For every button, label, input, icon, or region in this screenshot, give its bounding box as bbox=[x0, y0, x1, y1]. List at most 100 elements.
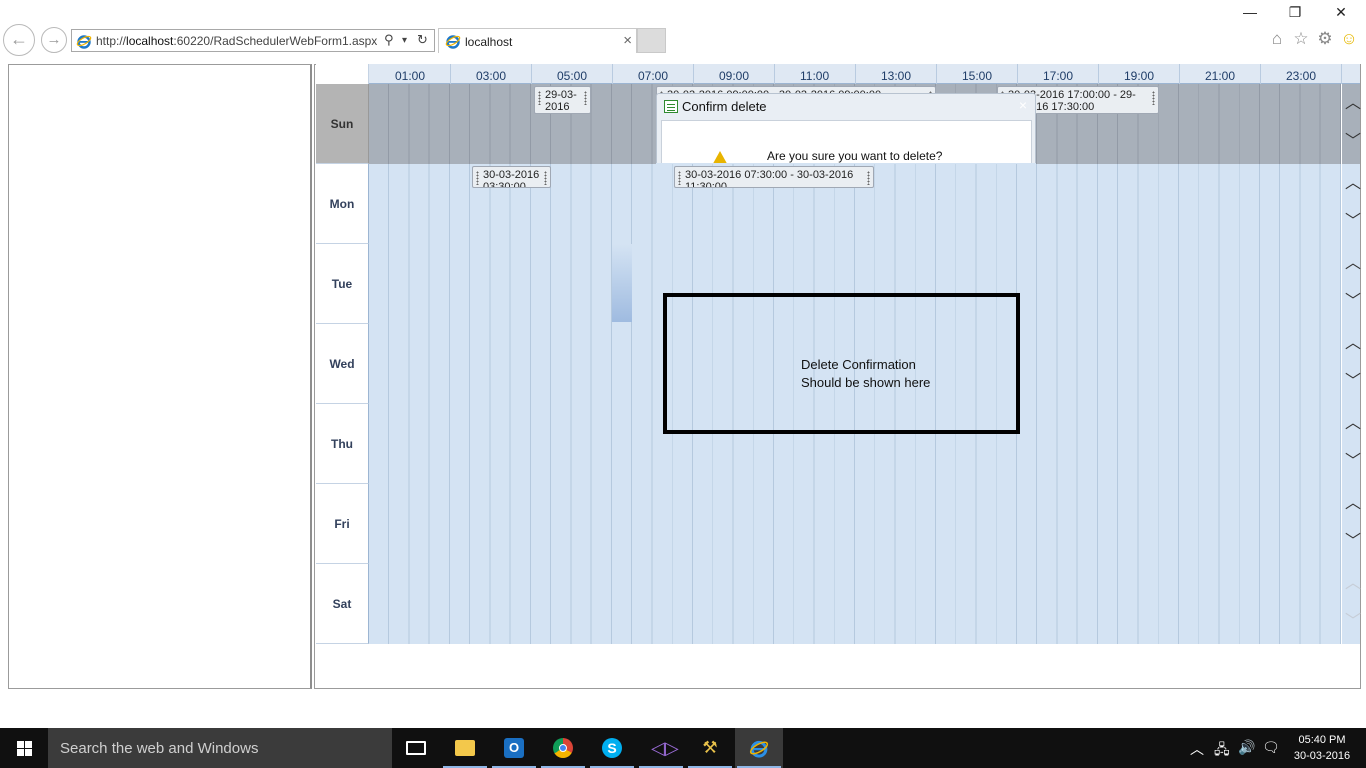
outlook-button[interactable]: O bbox=[490, 728, 538, 768]
scroll-up-icon[interactable]: ︿ bbox=[1345, 336, 1361, 352]
scroll-up-icon[interactable]: ︿ bbox=[1345, 576, 1361, 592]
annotation-box: Delete Confirmation Should be shown here bbox=[663, 293, 1020, 434]
scroll-down-icon[interactable]: ﹀ bbox=[1345, 134, 1361, 150]
ie-logo-icon bbox=[445, 35, 461, 49]
day-label: Thu bbox=[316, 404, 369, 484]
hour-label: 07:00 bbox=[638, 69, 669, 83]
row-scroll: ︿ ﹀ bbox=[1342, 324, 1361, 404]
visual-studio-button[interactable]: ◁▷ bbox=[637, 728, 685, 768]
scroll-up-icon[interactable]: ︿ bbox=[1345, 496, 1361, 512]
tools-button[interactable]: ⚒ bbox=[686, 728, 734, 768]
appointment-mon-2[interactable]: 30-03-2016 07:30:00 - 30-03-2016 11:30:0… bbox=[674, 166, 874, 188]
left-panel bbox=[8, 64, 312, 689]
row-scroll: ︿ ﹀ bbox=[1342, 84, 1361, 164]
close-window-button[interactable]: ✕ bbox=[1326, 4, 1356, 24]
browser-tab[interactable]: localhost × bbox=[438, 28, 637, 53]
clock-date: 30-03-2016 bbox=[1293, 750, 1351, 762]
scroll-down-icon[interactable]: ﹀ bbox=[1345, 374, 1361, 390]
hour-label: 17:00 bbox=[1043, 69, 1074, 83]
back-button[interactable]: ← bbox=[3, 24, 35, 56]
new-tab-button[interactable] bbox=[637, 28, 666, 53]
notifications-icon[interactable]: 🗨 bbox=[1262, 739, 1280, 756]
dialog-message: Are you sure you want to delete? bbox=[767, 149, 943, 163]
hour-label: 13:00 bbox=[881, 69, 912, 83]
hour-label: 21:00 bbox=[1205, 69, 1236, 83]
search-icon[interactable]: ⚲ bbox=[384, 32, 394, 48]
scroll-down-icon[interactable]: ﹀ bbox=[1345, 214, 1361, 230]
network-icon[interactable]: 🖧 bbox=[1214, 739, 1230, 763]
restore-button[interactable]: ❐ bbox=[1280, 4, 1310, 24]
row-scroll: ︿ ﹀ bbox=[1342, 404, 1361, 484]
hour-label: 15:00 bbox=[962, 69, 993, 83]
clock-time: 05:40 PM bbox=[1298, 734, 1346, 746]
search-placeholder: Search the web and Windows bbox=[60, 740, 259, 757]
scroll-down-icon[interactable]: ﹀ bbox=[1345, 534, 1361, 550]
scroll-up-icon[interactable]: ︿ bbox=[1345, 96, 1361, 112]
day-label: Tue bbox=[316, 244, 369, 324]
home-icon[interactable]: ⌂ bbox=[1267, 29, 1287, 49]
chrome-icon bbox=[553, 738, 573, 758]
hour-label: 03:00 bbox=[476, 69, 507, 83]
day-row-fri: Fri ︿ ﹀ bbox=[316, 484, 1361, 564]
chevron-up-icon[interactable]: ︿ bbox=[1190, 739, 1204, 759]
start-button[interactable] bbox=[0, 728, 48, 768]
hour-label: 11:00 bbox=[800, 69, 830, 83]
hour-label: 09:00 bbox=[719, 69, 750, 83]
hour-label: 23:00 bbox=[1286, 69, 1317, 83]
scroll-down-icon[interactable]: ﹀ bbox=[1345, 294, 1361, 310]
day-time-slots[interactable] bbox=[369, 484, 1341, 564]
task-view-icon bbox=[406, 741, 426, 755]
windows-logo-icon bbox=[17, 741, 32, 756]
url-text: http://localhost:60220/RadSchedulerWebFo… bbox=[96, 34, 378, 48]
row-scroll: ︿ ﹀ bbox=[1342, 164, 1361, 244]
dialog-window-icon bbox=[664, 100, 678, 113]
forward-button[interactable]: → bbox=[41, 27, 67, 53]
scroll-up-icon[interactable]: ︿ bbox=[1345, 176, 1361, 192]
arrow-left-icon: ← bbox=[10, 29, 28, 49]
scroll-down-icon[interactable]: ﹀ bbox=[1345, 614, 1361, 630]
scroll-up-icon[interactable]: ︿ bbox=[1345, 256, 1361, 272]
tab-title: localhost bbox=[465, 35, 513, 49]
taskbar-search[interactable]: Search the web and Windows bbox=[48, 728, 392, 768]
visual-studio-icon: ◁▷ bbox=[651, 738, 679, 758]
scroll-down-icon[interactable]: ﹀ bbox=[1345, 454, 1361, 470]
row-scroll: ︿ ﹀ bbox=[1342, 564, 1361, 644]
warning-icon bbox=[710, 151, 730, 163]
skype-button[interactable]: S bbox=[588, 728, 636, 768]
browser-chrome: ← → http://localhost:60220/RadSchedulerW… bbox=[0, 0, 1366, 62]
day-row-sat: Sat ︿ ﹀ bbox=[316, 564, 1361, 644]
outlook-icon: O bbox=[504, 738, 524, 758]
address-bar[interactable]: http://localhost:60220/RadSchedulerWebFo… bbox=[71, 29, 435, 52]
appointment-sun-1[interactable]: 29-03-2016 bbox=[534, 86, 591, 114]
chevron-down-icon[interactable]: ▾ bbox=[402, 35, 407, 46]
row-scroll: ︿ ﹀ bbox=[1342, 484, 1361, 564]
dialog-close-icon[interactable]: × bbox=[1019, 97, 1027, 113]
ie-logo-icon bbox=[749, 740, 769, 758]
row-scroll: ︿ ﹀ bbox=[1342, 244, 1361, 324]
selected-time-slot[interactable] bbox=[612, 244, 632, 322]
internet-explorer-button[interactable] bbox=[735, 728, 783, 768]
day-label: Fri bbox=[316, 484, 369, 564]
day-time-slots[interactable] bbox=[369, 564, 1341, 644]
gear-icon[interactable]: ⚙ bbox=[1315, 29, 1335, 49]
file-explorer-button[interactable] bbox=[441, 728, 489, 768]
day-label: Sun bbox=[316, 84, 369, 164]
scroll-up-icon[interactable]: ︿ bbox=[1345, 416, 1361, 432]
annotation-text: Delete Confirmation Should be shown here bbox=[801, 357, 931, 390]
appointment-mon-1[interactable]: 30-03-2016 03:30:00 bbox=[472, 166, 551, 188]
taskbar: Search the web and Windows O S ◁▷ ⚒ ︿ 🖧 … bbox=[0, 728, 1366, 768]
close-tab-icon[interactable]: × bbox=[623, 32, 632, 49]
chrome-button[interactable] bbox=[539, 728, 587, 768]
folder-icon bbox=[455, 740, 475, 756]
volume-icon[interactable]: 🔊 bbox=[1238, 739, 1255, 756]
dialog-title: Confirm delete bbox=[682, 99, 767, 114]
hour-label: 01:00 bbox=[395, 69, 426, 83]
favorites-star-icon[interactable]: ☆ bbox=[1291, 29, 1311, 49]
refresh-icon[interactable]: ↻ bbox=[417, 32, 428, 48]
ie-logo-icon bbox=[76, 35, 92, 49]
clock[interactable]: 05:40 PM 30-03-2016 bbox=[1284, 732, 1360, 764]
task-view-button[interactable] bbox=[392, 728, 440, 768]
minimize-button[interactable]: — bbox=[1235, 4, 1265, 24]
time-header: 01:00 03:00 05:00 07:00 09:00 11:00 13:00 15:00… bbox=[316, 64, 1360, 84]
smiley-feedback-icon[interactable]: ☺ bbox=[1339, 29, 1359, 49]
